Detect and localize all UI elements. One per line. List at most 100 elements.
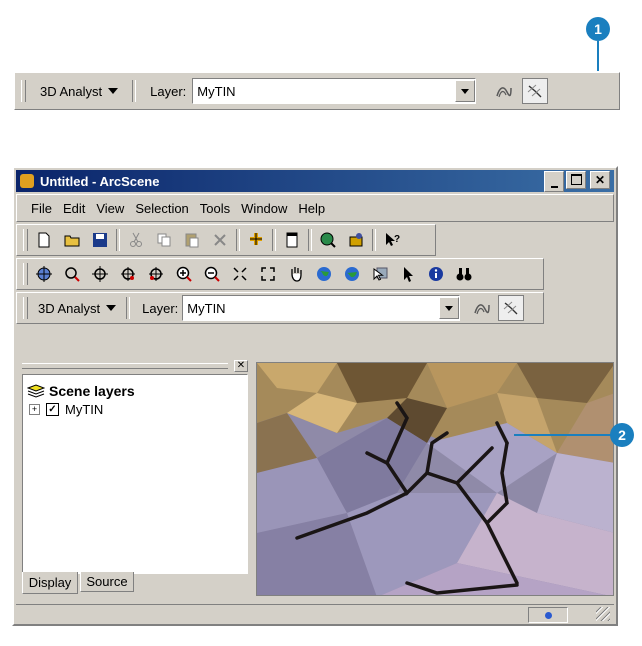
contour-tool-button[interactable] [470,296,494,320]
maximize-icon [570,174,582,185]
separator [116,229,120,251]
fly-button[interactable] [60,262,84,286]
zoom-to-target-button[interactable] [116,262,140,286]
scene-layers-label: Scene layers [49,383,135,399]
resize-grip-icon[interactable] [596,607,610,621]
menu-window[interactable]: Window [241,201,287,216]
select-features-icon [373,267,388,281]
separator [236,229,240,251]
tab-display[interactable]: Display [22,572,78,594]
steepest-path-icon [527,84,542,98]
globe-zoom-icon [345,267,359,281]
close-icon: ✕ [594,172,606,187]
steepest-path-tool-button[interactable] [498,295,525,321]
whats-this-help-icon: ? [386,233,400,246]
menu-selection[interactable]: Selection [135,201,188,216]
analyst-menu-button[interactable]: 3D Analyst [32,295,122,321]
menu-file[interactable]: File [31,201,52,216]
narrow-fov-button[interactable] [228,262,252,286]
contour-tool-button[interactable] [492,79,516,103]
help-button[interactable]: ? [380,228,404,252]
fly-icon [65,267,80,282]
app-icon [20,174,34,188]
toolbar-grip[interactable] [23,229,28,251]
title-bar[interactable]: Untitled - ArcScene ✕ [16,170,614,192]
callout-1-leader [597,41,599,71]
binoculars-icon [456,268,472,281]
minimize-icon [550,185,558,188]
analyst-menu-button[interactable]: 3D Analyst [32,78,126,104]
separator [126,297,131,319]
analyst-toolbar-top: 3D Analyst Layer: MyTIN [14,72,620,110]
toolbar-grip[interactable] [21,80,26,102]
chevron-down-icon [461,88,470,94]
observer-icon [149,267,163,281]
copy-button[interactable] [152,228,176,252]
select-features-button[interactable] [368,262,392,286]
pan-button[interactable] [284,262,308,286]
zoom-in-icon [176,266,192,282]
document-properties-icon [286,232,298,248]
layer-dropdown-button[interactable] [455,80,476,102]
minimize-button[interactable] [544,170,564,192]
callout-2: 2 [610,423,634,447]
menu-tools[interactable]: Tools [200,201,230,216]
steepest-path-icon [503,301,518,315]
close-button[interactable]: ✕ [590,170,610,189]
steepest-path-tool-button[interactable] [522,78,549,104]
maximize-button[interactable] [566,170,586,189]
arccatalog-button[interactable] [316,228,340,252]
menu-edit[interactable]: Edit [63,201,85,216]
scene-properties-button[interactable] [280,228,304,252]
zoom-to-layer-button[interactable] [340,262,364,286]
navigation-status-icon [544,611,552,619]
paste-icon [185,233,199,248]
zoom-in-button[interactable] [172,262,196,286]
layer-name[interactable]: MyTIN [65,402,103,417]
toolbar-grip[interactable] [23,263,28,285]
toc-tree: Scene layers + ✓ MyTIN [22,374,248,574]
expand-icon[interactable]: + [29,404,40,415]
layer-dropdown-button[interactable] [439,297,460,319]
add-data-button[interactable] [244,228,268,252]
close-icon: ✕ [236,360,246,371]
cut-button[interactable] [124,228,148,252]
layer-select[interactable]: MyTIN [182,295,461,321]
menu-bar: File Edit View Selection Tools Window He… [16,194,614,222]
paste-button[interactable] [180,228,204,252]
chevron-down-icon [106,305,117,311]
identify-button[interactable] [424,262,448,286]
select-elements-button[interactable] [396,262,420,286]
delete-button[interactable] [208,228,232,252]
set-observer-button[interactable] [144,262,168,286]
layer-visibility-checkbox[interactable]: ✓ [46,403,59,416]
menu-help[interactable]: Help [298,201,325,216]
callout-2-leader [514,434,612,436]
tab-source[interactable]: Source [80,572,134,592]
status-panel [528,607,568,623]
new-button[interactable] [32,228,56,252]
layer-select[interactable]: MyTIN [192,78,477,104]
full-extent-button[interactable] [312,262,336,286]
navigate-button[interactable] [32,262,56,286]
menu-view[interactable]: View [96,201,124,216]
target-center-button[interactable] [88,262,112,286]
find-button[interactable] [452,262,476,286]
layer-select-value: MyTIN [187,300,226,316]
toc-grip[interactable] [22,363,228,369]
analyst-menu-label: 3D Analyst [40,83,103,99]
save-button[interactable] [88,228,112,252]
layer-label: Layer: [150,83,187,99]
standard-toolbar: ? [16,224,436,256]
arctoolbox-button[interactable] [344,228,368,252]
globe-search-icon [320,232,336,248]
scene-view[interactable] [256,362,614,596]
add-data-icon [250,233,262,245]
open-button[interactable] [60,228,84,252]
toc-close-button[interactable]: ✕ [234,360,248,372]
zoom-out-button[interactable] [200,262,224,286]
open-folder-icon [64,235,80,247]
toolbar-grip[interactable] [23,297,28,319]
expand-fov-button[interactable] [256,262,280,286]
info-icon [429,267,443,281]
